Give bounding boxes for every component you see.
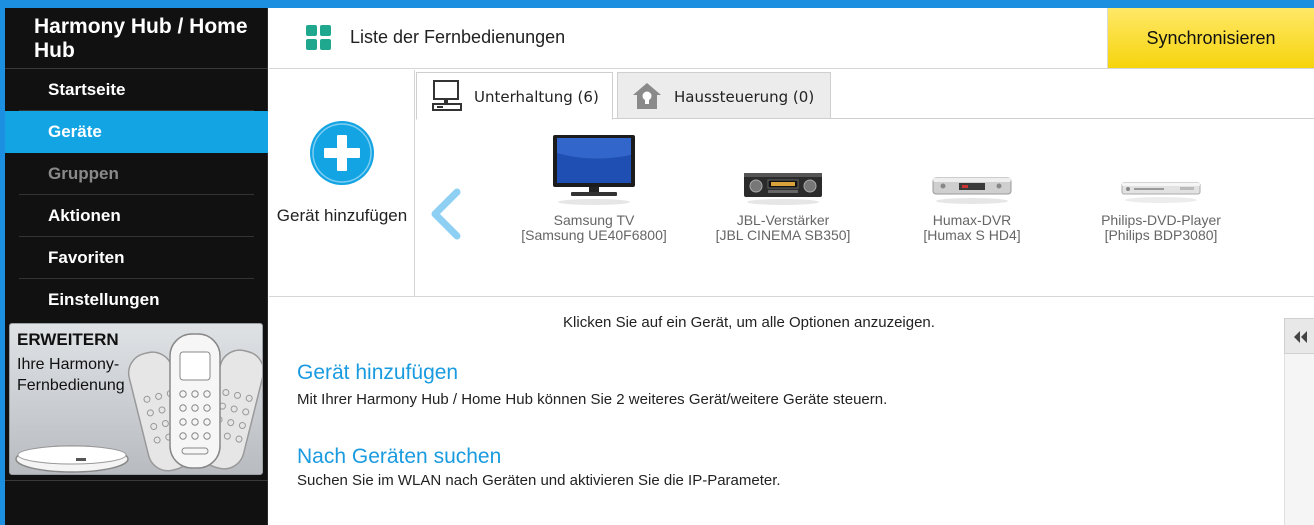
device-samsung-tv[interactable]: Samsung TV [Samsung UE40F6800]: [499, 133, 689, 263]
sidebar-item-favoriten[interactable]: Favoriten: [5, 237, 268, 279]
plus-icon: [310, 121, 374, 185]
promo-title: ERWEITERN: [17, 330, 119, 349]
collapse-panel-button[interactable]: [1284, 318, 1314, 354]
tab-unterhaltung-label: Unterhaltung (6): [474, 88, 599, 106]
device-name: JBL-Verstärker: [736, 212, 830, 228]
device-model: [Philips BDP3080]: [1104, 227, 1218, 243]
device-jbl-amplifier[interactable]: JBL-Verstärker [JBL CINEMA SB350]: [688, 133, 878, 263]
house-icon: [633, 83, 661, 109]
page-title: Liste der Fernbedienungen: [350, 27, 566, 47]
sidebar-item-geraete[interactable]: Geräte: [5, 111, 268, 153]
amplifier-icon: [744, 173, 822, 205]
double-chevron-left-icon: [1294, 331, 1307, 343]
device-name: Philips-DVD-Player: [1101, 212, 1221, 228]
sync-button[interactable]: Synchronisieren: [1107, 8, 1314, 68]
device-name: Humax-DVR: [932, 212, 1012, 228]
sidebar: Harmony Hub / Home Hub Startseite Geräte…: [5, 8, 268, 525]
device-philips-dvd-player[interactable]: Philips-DVD-Player [Philips BDP3080]: [1066, 133, 1256, 263]
device-category-tabs: Unterhaltung (6) Haussteuerung (0): [416, 70, 1314, 120]
dvr-icon: [932, 177, 1012, 204]
device-model: [JBL CINEMA SB350]: [715, 227, 851, 243]
app-window: Harmony Hub / Home Hub Startseite Geräte…: [5, 8, 1314, 525]
tv-icon: [553, 135, 635, 205]
app-title: Harmony Hub / Home Hub: [5, 8, 268, 69]
device-name: Samsung TV: [553, 212, 635, 228]
sidebar-item-startseite[interactable]: Startseite: [5, 69, 268, 111]
expand-promo-banner[interactable]: ERWEITERN Ihre Harmony-Fernbedienung: [9, 323, 263, 475]
carousel-prev-chevron-icon[interactable]: [429, 188, 463, 240]
device-model: [Samsung UE40F6800]: [521, 227, 667, 243]
add-device-label: Gerät hinzufügen: [276, 206, 408, 225]
search-devices-description: Suchen Sie im WLAN nach Geräten und akti…: [297, 472, 781, 489]
promo-text: Ihre Harmony-Fernbedienung: [17, 356, 125, 394]
tab-unterhaltung[interactable]: Unterhaltung (6): [416, 72, 613, 120]
add-device-link[interactable]: Gerät hinzufügen: [297, 361, 458, 385]
add-device-description: Mit Ihrer Harmony Hub / Home Hub können …: [297, 391, 888, 408]
search-devices-link[interactable]: Nach Geräten suchen: [297, 445, 501, 469]
header: Liste der Fernbedienungen Synchronisiere…: [269, 8, 1314, 69]
sidebar-item-aktionen[interactable]: Aktionen: [5, 195, 268, 237]
device-model: [Humax S HD4]: [923, 227, 1021, 243]
sidebar-nav: Startseite Geräte Gruppen Aktionen Favor…: [5, 69, 268, 321]
sidebar-divider: [5, 480, 268, 481]
sidebar-item-gruppen[interactable]: Gruppen: [5, 153, 268, 195]
dvd-player-icon: [1121, 182, 1201, 203]
sidebar-item-einstellungen[interactable]: Einstellungen: [5, 279, 268, 321]
add-device-button[interactable]: Gerät hinzufügen: [269, 70, 415, 296]
tab-haussteuerung-label: Haussteuerung (0): [674, 88, 815, 106]
content-divider: [269, 296, 1314, 297]
device-hint-text: Klicken Sie auf ein Gerät, um alle Optio…: [563, 314, 935, 331]
tab-haussteuerung[interactable]: Haussteuerung (0): [617, 72, 831, 119]
device-humax-dvr[interactable]: Humax-DVR [Humax S HD4]: [877, 133, 1067, 263]
side-panel-strip: [1284, 354, 1314, 525]
grid-icon: [306, 25, 331, 50]
monitor-icon: [432, 80, 462, 111]
